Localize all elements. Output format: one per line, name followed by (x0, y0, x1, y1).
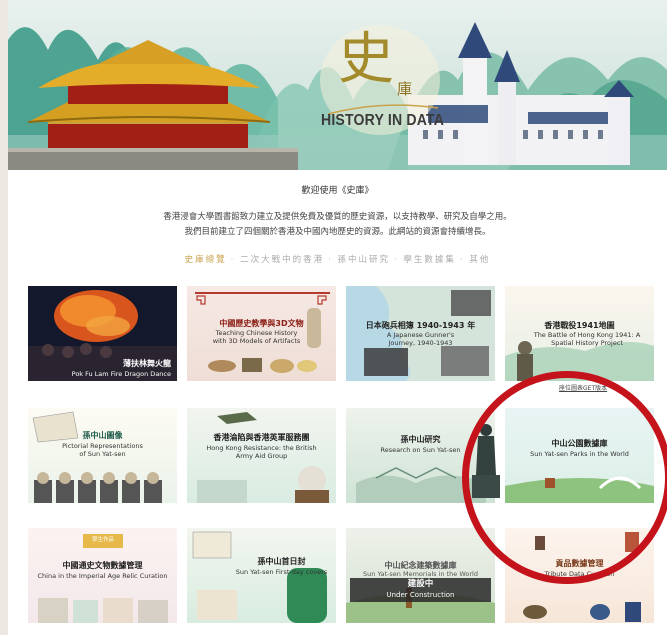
card-title-en: A Japanese Gunner's Journey, 1940-1943 (386, 331, 455, 347)
card-title-en: Teaching Chinese History with 3D Models … (212, 329, 301, 345)
card-title-en: Pictorial Representations of Sun Yat-sen (62, 442, 143, 458)
highlight-circle (462, 371, 667, 584)
card-hk-resistance[interactable]: 香港淪陷與香港英軍服務團 Hong Kong Resistance: the B… (187, 408, 336, 503)
card-sun-yat-sen-pictorial[interactable]: 孫中山圖像 Pictorial Representations of Sun Y… (28, 408, 177, 503)
card-title-zh: 香港戰役1941地圖 (544, 321, 615, 330)
card-japanese-gunner[interactable]: 日本砲兵相簿 1940-1943 年 A Japanese Gunner's J… (346, 286, 495, 381)
card-imperial-relic-curation[interactable]: 學生作品 中國通史文物數據管理 China in the Imperial Ag… (28, 528, 177, 623)
nav-sun-yat-sen[interactable]: 孫中山研究 (337, 255, 390, 265)
card-title-en: Hong Kong Resistance: the British Army A… (206, 444, 317, 460)
card-title-en: Sun Yat-sen First-day covers (235, 568, 328, 576)
card-title-en: The Battle of Hong Kong 1941: A Spatial … (533, 331, 641, 347)
overlay-title-en: Under Construction (386, 591, 455, 599)
card-3d-artifacts[interactable]: 中國歷史教學與3D文物 Teaching Chinese History wit… (187, 286, 336, 381)
card-fire-dragon[interactable]: 薄扶林舞火龍 Pok Fu Lam Fire Dragon Dance (28, 286, 177, 381)
nav-separator: · (459, 255, 463, 265)
under-construction-overlay: 建設中 Under Construction (350, 578, 491, 602)
card-title-zh: 日本砲兵相簿 1940-1943 年 (365, 321, 476, 330)
intro-line-2: 我們目前建立了四個關於香港及中國內地歷史的資源。此網站的資源會持續增長。 (184, 227, 491, 237)
card-title-en: China in the Imperial Age Relic Curation (37, 572, 168, 580)
card-title-zh: 香港淪陷與香港英軍服務團 (213, 433, 310, 442)
card-title-zh: 中國歷史教學與3D文物 (219, 319, 304, 328)
card-title-en: Sun Yat-sen Memorials in the World (363, 570, 478, 578)
card-first-day-covers[interactable]: 孫中山首日封 Sun Yat-sen First-day covers (187, 528, 336, 623)
nav-separator: · (328, 255, 331, 265)
card-title-zh: 孫中山圖像 (82, 431, 123, 440)
logo-subglyph: 庫 (397, 80, 413, 98)
hero-banner: 史 庫 HISTORY IN DATA (8, 0, 667, 170)
card-battle-hk-1941[interactable]: 香港戰役1941地圖 The Battle of Hong Kong 1941:… (505, 286, 654, 381)
card-title-zh: 中國通史文物數據管理 (62, 561, 143, 570)
card-sun-yat-sen-memorials[interactable]: 中山紀念建築數據庫 Sun Yat-sen Memorials in the W… (346, 528, 495, 623)
card-title-zh: 薄扶林舞火龍 (123, 359, 171, 368)
nav-others[interactable]: 其他 (469, 255, 490, 265)
intro-line-1: 香港浸會大學圖書館致力建立及提供免費及優質的歷史資源，以支持教學、研究及自學之用… (163, 212, 512, 222)
nav-separator: · (394, 255, 397, 265)
category-nav: 史庫總覽 · 二次大戰中的香港 · 孫中山研究 · 學生數據集 · 其他 (8, 253, 667, 265)
nav-ww2-hong-kong[interactable]: 二次大戰中的香港 (240, 255, 324, 265)
site-logo-text[interactable]: HISTORY IN DATA (321, 112, 444, 130)
nav-overview[interactable]: 史庫總覽 (185, 255, 227, 265)
card-title-zh: 孫中山首日封 (257, 557, 306, 566)
intro-text: 香港浸會大學圖書館致力建立及提供免費及優質的歷史資源，以支持教學、研究及自學之用… (8, 210, 667, 240)
card-title-en: Pok Fu Lam Fire Dragon Dance (71, 370, 171, 378)
student-work-badge: 學生作品 (91, 537, 114, 543)
overlay-title-zh: 建設中 (407, 579, 434, 589)
welcome-heading: 歡迎使用《史庫》 (301, 186, 374, 196)
logo-glyph: 史 (338, 27, 394, 92)
nav-student-datasets[interactable]: 學生數據集 (403, 255, 456, 265)
nav-separator: · (230, 255, 234, 265)
